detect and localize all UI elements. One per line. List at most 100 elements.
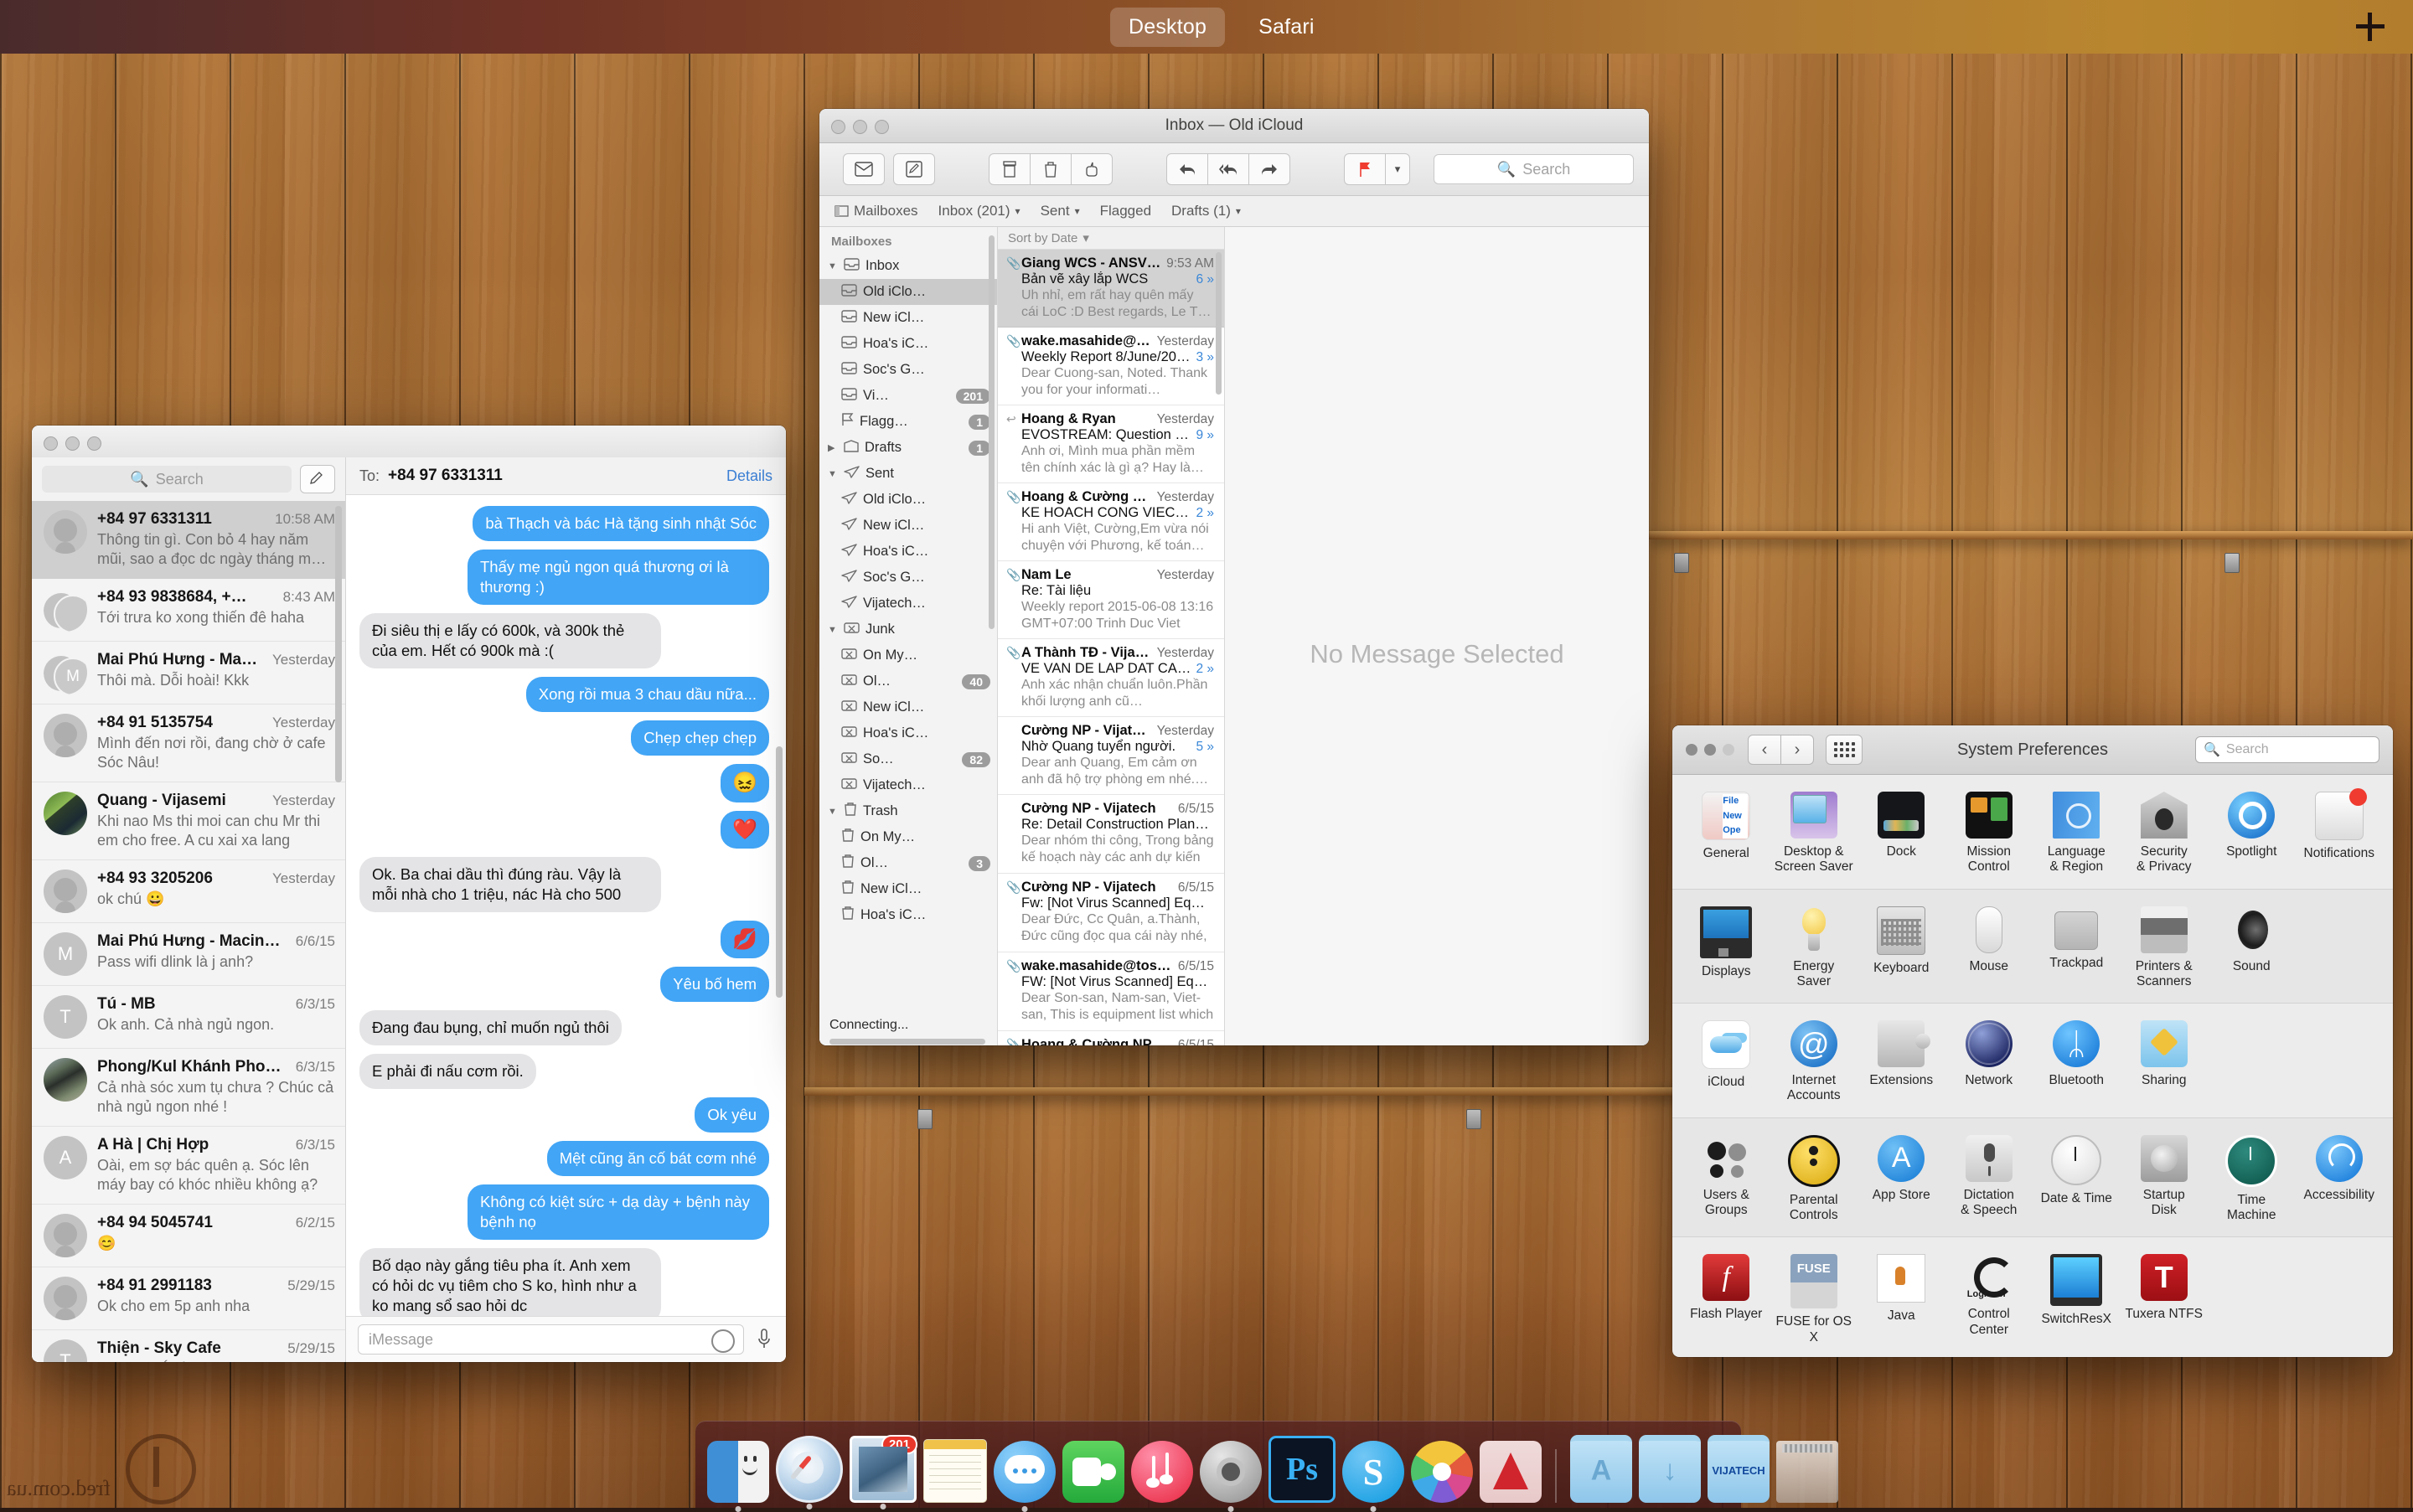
pref-pane-language-region[interactable]: Language & Region <box>2033 790 2121 880</box>
syspref-window-controls[interactable] <box>1686 744 1734 756</box>
favorites-item[interactable]: Sent ▾ <box>1041 203 1080 219</box>
pref-pane-keyboard[interactable]: Keyboard <box>1858 905 1945 995</box>
message-list-item[interactable]: 📎Giang WCS - ANSV & A… 9:53 AM Bản vẽ xây … <box>998 250 1224 328</box>
favorites-item[interactable]: Mailboxes <box>834 203 918 219</box>
mailbox-row[interactable]: On My… <box>819 642 997 668</box>
outgoing-message-bubble[interactable]: Xong rồi mua 3 chau dầu nữa... <box>525 677 769 713</box>
conversation-item[interactable]: +84 93 3205206 Yesterday ok chú 😀 <box>32 860 345 924</box>
pref-pane-dictation-speech[interactable]: Dictation & Speech <box>1945 1133 2033 1229</box>
pref-pane-sharing[interactable]: Sharing <box>2121 1019 2209 1109</box>
message-list-item[interactable]: 📎wake.masahide@toshiba…6/5/15FW: [Not Vi… <box>998 952 1224 1032</box>
dock-item-notes[interactable] <box>923 1439 987 1503</box>
conversation-item[interactable]: M Mai Phú Hưng - Macin… 6/6/15 Pass wifi dl… <box>32 923 345 987</box>
mailbox-row[interactable]: ▼ Sent <box>819 461 997 487</box>
new-message-button[interactable] <box>893 153 935 185</box>
pref-pane-printers-scanners[interactable]: Printers & Scanners <box>2121 905 2209 995</box>
pref-pane-dock[interactable]: Dock <box>1858 790 1945 880</box>
mail-search-input[interactable]: 🔍 Search <box>1434 154 1634 184</box>
pref-pane-control-center[interactable]: Control Center <box>1945 1252 2033 1350</box>
pref-pane-bluetooth[interactable]: ᛦ Bluetooth <box>2033 1019 2121 1109</box>
incoming-message-bubble[interactable]: E phải đi nấu cơm rồi. <box>359 1054 536 1090</box>
dock-item-facetime[interactable] <box>1062 1441 1124 1503</box>
pref-pane-security-privacy[interactable]: Security & Privacy <box>2121 790 2209 880</box>
dock-item-mail[interactable]: 201 <box>850 1435 917 1509</box>
outgoing-message-bubble[interactable]: Chẹp chẹp chẹp <box>631 720 769 756</box>
message-list-item[interactable]: Cường NP - Vijatech 6/5/15 Re: Detail Cons… <box>998 795 1224 875</box>
mailbox-row[interactable]: Hoa's iC… <box>819 720 997 746</box>
pref-pane-parental-controls[interactable]: Parental Controls <box>1770 1133 1858 1229</box>
disclosure-triangle-icon[interactable]: ▼ <box>828 261 838 271</box>
message-list-item[interactable]: 📎Hoang & Cường NP - Vija…6/5/15Hợp đồng … <box>998 1031 1224 1045</box>
conversation-item[interactable]: +84 97 6331311 10:58 AM Thông tin gì. Con … <box>32 501 345 580</box>
favorites-item[interactable]: Inbox (201) ▾ <box>938 203 1020 219</box>
mailbox-row[interactable]: Vijatech… <box>819 772 997 798</box>
mail-favorites-bar[interactable]: Mailboxes Inbox (201) ▾ Sent ▾ Flagged Drafts … <box>819 196 1649 227</box>
pref-pane-users-groups[interactable]: Users & Groups <box>1682 1133 1770 1229</box>
message-list-scrollbar[interactable] <box>1216 252 1222 395</box>
tab-desktop[interactable]: Desktop <box>1110 7 1226 47</box>
mail-message-list[interactable]: 📎Giang WCS - ANSV & A…9:53 AMBản vẽ xây … <box>998 250 1224 1045</box>
mailbox-list-scrollbar[interactable] <box>989 235 995 629</box>
mailbox-row[interactable]: New iCl… <box>819 876 997 902</box>
flag-chevron-button[interactable]: ▾ <box>1385 153 1410 185</box>
dock-item-trash[interactable] <box>1776 1441 1838 1503</box>
pref-pane-java[interactable]: Java <box>1858 1252 1945 1350</box>
pref-pane-mission-control[interactable]: Mission Control <box>1945 790 2033 880</box>
dock-item-applications-folder[interactable]: A <box>1570 1435 1632 1503</box>
pref-pane-tuxera-ntfs[interactable]: T Tuxera NTFS <box>2121 1252 2209 1350</box>
dock-item-adobe-acrobat[interactable] <box>1480 1441 1542 1503</box>
mailbox-row[interactable]: Hoa's iC… <box>819 331 997 357</box>
mailbox-row[interactable]: New iCl… <box>819 513 997 539</box>
pref-pane-desktop-screen-saver[interactable]: Desktop & Screen Saver <box>1770 790 1858 880</box>
junk-button[interactable] <box>1071 153 1113 185</box>
message-list-item[interactable]: 📎wake.masahide@tosh…YesterdayWeekly Repo… <box>998 328 1224 406</box>
pref-pane-general[interactable]: General <box>1682 790 1770 880</box>
message-list-item[interactable]: Cường NP - Vijatech…YesterdayNhờ Quang t… <box>998 717 1224 796</box>
conversation-item[interactable]: M Mai Phú Hưng - Ma… Yesterday Thôi mà. Dỗi… <box>32 642 345 705</box>
dock-item-messages[interactable] <box>994 1441 1056 1512</box>
mail-titlebar[interactable]: Inbox — Old iCloud <box>819 109 1649 143</box>
messages-window[interactable]: 🔍 Search +84 97 6331311 10:58 AM Thông tin… <box>32 426 786 1362</box>
mailbox-row[interactable]: New iCl… <box>819 305 997 331</box>
mailbox-row[interactable]: Vi… 201 <box>819 383 997 409</box>
conversation-list-scrollbar[interactable] <box>335 506 342 782</box>
forward-button[interactable]: › <box>1780 735 1814 765</box>
outgoing-message-bubble[interactable]: Không có kiệt sức + dạ dày + bệnh này bệ… <box>468 1184 769 1241</box>
syspref-search-input[interactable]: 🔍 Search <box>2195 736 2379 763</box>
pref-pane-displays[interactable]: Displays <box>1682 905 1770 995</box>
microphone-icon[interactable] <box>754 1327 774 1352</box>
show-all-button[interactable] <box>1826 735 1863 765</box>
message-list-item[interactable]: 📎A Thành TĐ - Vijatech…YesterdayVE VAN D… <box>998 639 1224 718</box>
reply-button[interactable] <box>1166 153 1208 185</box>
sort-bar[interactable]: Sort by Date ▾ <box>998 227 1224 250</box>
close-icon[interactable] <box>44 436 58 451</box>
pref-pane-mouse[interactable]: Mouse <box>1945 905 2033 995</box>
pref-pane-energy-saver[interactable]: Energy Saver <box>1770 905 1858 995</box>
outgoing-message-bubble[interactable]: 😖 <box>721 764 769 802</box>
dock-item-finder[interactable] <box>707 1441 769 1512</box>
thread-scrollbar[interactable] <box>776 746 783 998</box>
dock-item-vijatech-folder[interactable]: VIJATECH <box>1708 1435 1770 1503</box>
pref-pane-icloud[interactable]: iCloud <box>1682 1019 1770 1109</box>
mailbox-row[interactable]: So… 82 <box>819 746 997 772</box>
pref-pane-fuse-for-os-x[interactable]: FUSE FUSE for OS X <box>1770 1252 1858 1350</box>
conversation-item[interactable]: A A Hà | Chị Hợp 6/3/15 Oài, em sợ bác quên… <box>32 1127 345 1205</box>
conversation-item[interactable]: Phong/Kul Khánh Pho… 6/3/15 Cả nhà sóc xum… <box>32 1049 345 1128</box>
close-icon[interactable] <box>1686 744 1697 756</box>
favorites-item[interactable]: Drafts (1) ▾ <box>1171 203 1241 219</box>
messages-search-input[interactable]: 🔍 Search <box>42 466 292 493</box>
imessage-input[interactable]: iMessage <box>358 1324 744 1355</box>
conversation-item[interactable]: +84 91 5135754 Yesterday Mình đến nơi rồi,… <box>32 704 345 783</box>
conversation-item[interactable]: T Thiện - Sky Cafe 5/29/15 Cục cpu tắt rồi … <box>32 1330 345 1362</box>
pref-pane-internet-accounts[interactable]: @ Internet Accounts <box>1770 1019 1858 1109</box>
mailbox-row[interactable]: Soc's G… <box>819 565 997 591</box>
back-button[interactable]: ‹ <box>1748 735 1781 765</box>
message-thread[interactable]: bà Thạch và bác Hà tặng sinh nhật Sóc Thấ… <box>346 495 786 1316</box>
conversation-item[interactable]: +84 91 2991183 5/29/15 Ok cho em 5p anh nh… <box>32 1267 345 1331</box>
mailbox-row[interactable]: ▶ Drafts 1 <box>819 435 997 461</box>
mailbox-row[interactable]: Hoa's iC… <box>819 539 997 565</box>
pref-pane-network[interactable]: Network <box>1945 1019 2033 1109</box>
reply-all-button[interactable] <box>1207 153 1249 185</box>
details-link[interactable]: Details <box>726 467 772 485</box>
mailbox-row[interactable]: Vijatech… <box>819 591 997 617</box>
